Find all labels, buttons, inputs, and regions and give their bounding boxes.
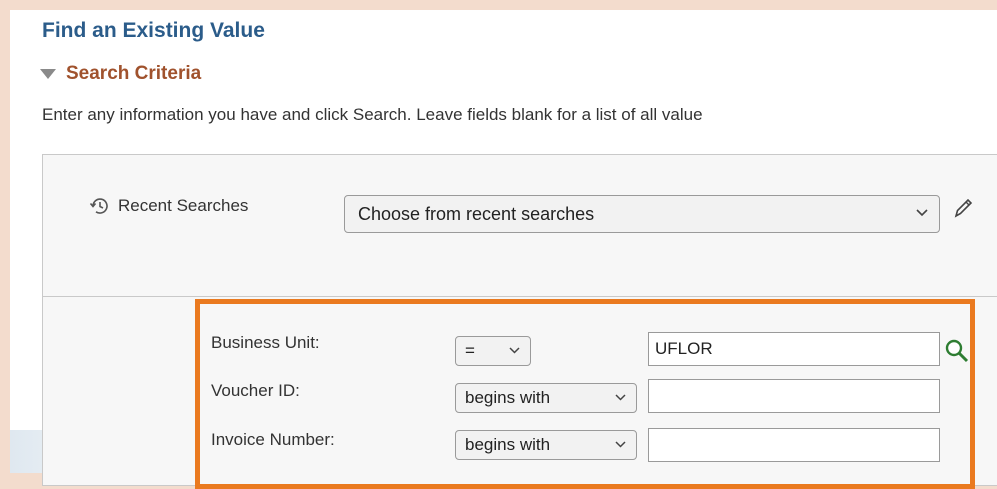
pencil-icon[interactable] [951, 196, 975, 220]
business-unit-input[interactable] [648, 332, 940, 366]
divider [42, 296, 997, 297]
instructions-text: Enter any information you have and click… [42, 105, 703, 124]
invoice-number-input[interactable] [648, 428, 940, 462]
business-unit-operator[interactable]: = [455, 336, 531, 366]
recent-searches-select[interactable]: Choose from recent searches [344, 195, 940, 233]
invoice-number-operator[interactable]: begins with [455, 430, 637, 460]
recent-searches-label-group: Recent Searches [88, 194, 248, 218]
chevron-down-icon [615, 394, 626, 401]
operator-value: begins with [465, 388, 551, 407]
operator-value: begins with [465, 435, 551, 454]
chevron-down-icon [615, 441, 626, 448]
page-title: Find an Existing Value [42, 19, 265, 42]
business-unit-label: Business Unit: [211, 333, 320, 352]
recent-searches-label: Recent Searches [118, 196, 249, 215]
search-icon[interactable] [944, 338, 970, 364]
invoice-number-label: Invoice Number: [211, 430, 335, 449]
voucher-id-label: Voucher ID: [211, 381, 300, 400]
chevron-down-icon [509, 347, 520, 354]
voucher-id-operator[interactable]: begins with [455, 383, 637, 413]
voucher-id-input[interactable] [648, 379, 940, 413]
section-label: Search Criteria [66, 63, 202, 84]
search-criteria-toggle[interactable]: Search Criteria [40, 63, 201, 85]
chevron-down-icon [916, 209, 928, 217]
operator-value: = [465, 341, 475, 360]
history-icon [89, 198, 108, 214]
recent-searches-value: Choose from recent searches [358, 203, 595, 224]
triangle-down-icon [40, 69, 56, 79]
